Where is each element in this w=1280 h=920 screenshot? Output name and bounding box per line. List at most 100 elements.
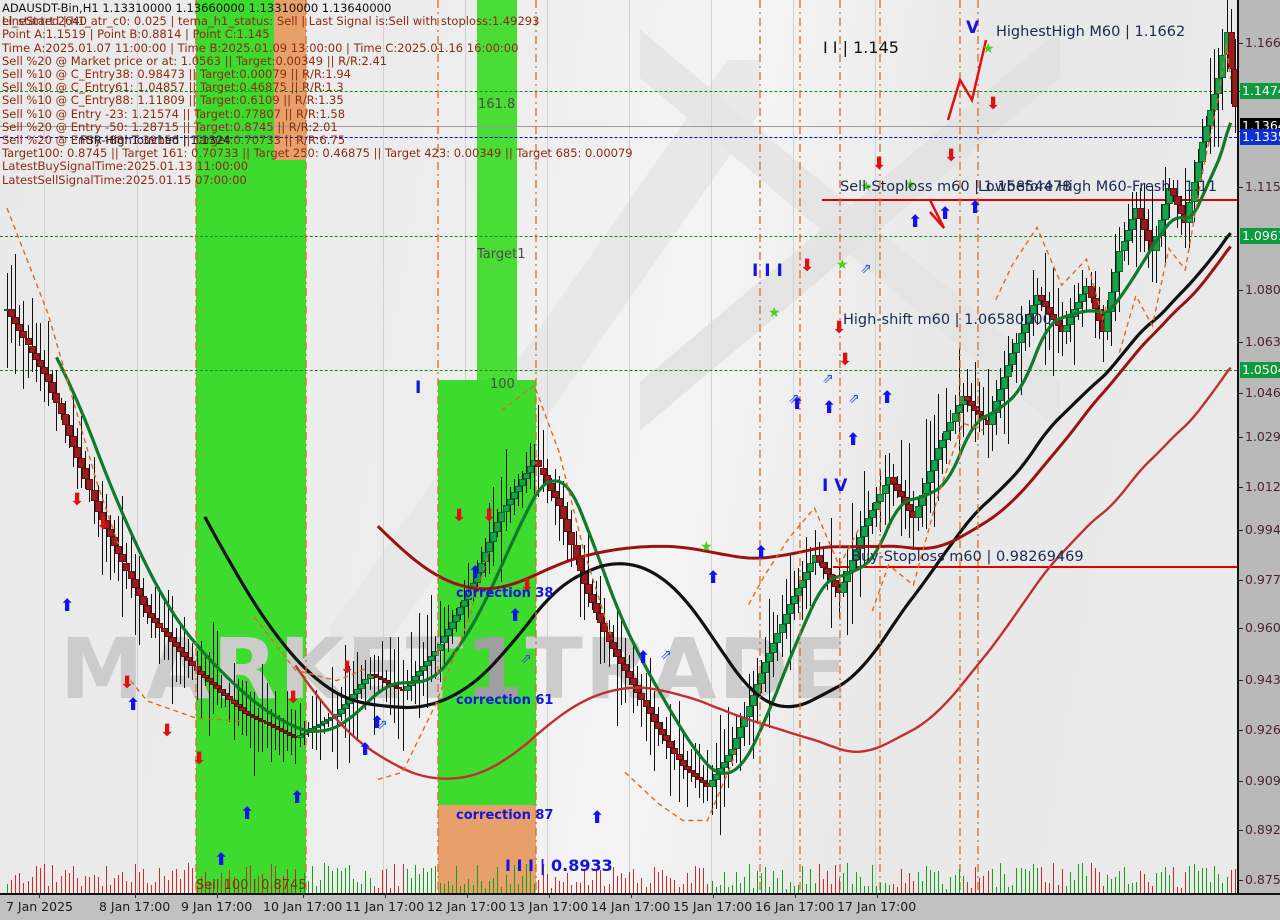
candle-wick — [501, 476, 503, 583]
volume-bar — [1053, 863, 1055, 893]
candle-body — [131, 579, 139, 588]
price-badge-3: 1.0961 — [1240, 228, 1280, 244]
volume-bar — [11, 880, 13, 893]
volume-bar — [188, 863, 190, 893]
candle-body — [547, 482, 555, 491]
candle-wick — [505, 449, 507, 531]
weak-signal-icon: ⇗ — [848, 391, 860, 407]
candle-wick — [262, 663, 264, 753]
time-tick-8: 15 Jan 17:00 — [673, 893, 753, 914]
level-red-buy — [833, 566, 1237, 568]
candle-body — [1215, 77, 1223, 94]
trading-chart-window[interactable]: MARKET1TRADE ⬆ ⬆ ⬆ ⬆ ⬆ ⬆ ⬆ ⬆ ⬆ ⬆ ⬆ ⬆ ⬆ ⬆ ⬆ ⬆ ⬆ ⬆ ⬆ ⬆ ⬇ ⬇ ⬇ ⬇ ⬇ ⬇ ⬇… — [0, 0, 1280, 920]
candle-wick — [15, 254, 17, 375]
volume-bar — [835, 864, 837, 893]
volume-bar — [348, 865, 350, 893]
gridline-v-8 — [711, 0, 712, 893]
candle-wick — [769, 598, 771, 728]
volume-bar — [892, 883, 894, 893]
volume-bar — [118, 874, 120, 893]
candle-body — [453, 614, 461, 622]
volume-bar — [320, 879, 322, 893]
candle-body — [720, 761, 728, 768]
volume-bar — [1090, 863, 1092, 893]
volume-bar — [703, 868, 705, 893]
candle-body — [90, 490, 98, 501]
volume-bar — [587, 885, 589, 893]
annotation-correction-38: correction 38 — [456, 586, 554, 601]
candle-body — [918, 494, 926, 507]
weak-signal-icon: ⇗ — [860, 261, 872, 277]
time-tick-label: 13 Jan 17:00 — [509, 899, 589, 914]
volume-bar — [134, 863, 136, 893]
candle-body — [613, 649, 621, 657]
candle-body — [992, 400, 1000, 413]
volume-bar — [39, 867, 41, 893]
candle-body — [638, 692, 646, 700]
time-axis[interactable]: 7 Jan 2025 8 Jan 17:00 9 Jan 17:00 10 Jan 1… — [0, 893, 1280, 920]
candle-wick — [534, 443, 536, 494]
chart-plot-area[interactable]: MARKET1TRADE ⬆ ⬆ ⬆ ⬆ ⬆ ⬆ ⬆ ⬆ ⬆ ⬆ ⬆ ⬆ ⬆ ⬆ ⬆ ⬆ ⬆ ⬆ ⬆ ⬆ ⬇ ⬇ ⬇ ⬇ ⬇ ⬇ ⬇… — [0, 0, 1237, 893]
volume-bar — [435, 866, 437, 893]
confirmation-star-icon: ★ — [982, 41, 995, 57]
time-tick-label: 15 Jan 17:00 — [673, 899, 753, 914]
volume-bar — [1189, 865, 1191, 893]
candle-wick — [1004, 350, 1006, 435]
volume-bar — [760, 872, 762, 893]
candle-wick — [175, 628, 177, 682]
weak-signal-icon: ⇗ — [822, 371, 834, 387]
candle-body — [1219, 54, 1227, 78]
candle-body — [448, 621, 456, 630]
candle-body — [506, 498, 514, 506]
candle-body — [333, 714, 341, 717]
volume-bar — [476, 864, 478, 893]
volume-bar — [447, 881, 449, 893]
volume-bar — [1020, 867, 1022, 893]
candle-body — [519, 479, 526, 486]
candle-body — [1202, 125, 1210, 142]
candle-wick — [357, 651, 359, 741]
volume-bar — [1214, 865, 1216, 893]
price-axis[interactable]: 1.16671.11491.13641.11511.08001.06371.04… — [1237, 0, 1280, 893]
volume-bar — [983, 876, 985, 893]
volume-bar — [357, 881, 359, 893]
volume-bar — [1210, 881, 1212, 893]
candle-wick — [332, 667, 334, 753]
volume-bar — [324, 863, 326, 893]
volume-bar — [929, 869, 931, 893]
chart-info-header: ADAUSDT-Bin,H1 1.13310000 1.13660000 1.1… — [2, 1, 633, 187]
volume-bar — [1205, 867, 1207, 893]
info-line-9: Sell %20 @ Entry -88: 1.39156 || Target:… — [2, 133, 346, 148]
volume-bar — [361, 884, 363, 893]
volume-bar — [1135, 882, 1137, 893]
candle-body — [551, 490, 559, 499]
candle-body — [988, 413, 996, 426]
volume-bar — [439, 882, 441, 893]
volume-bar — [793, 885, 795, 893]
candle-body — [407, 681, 415, 687]
candle-wick — [381, 640, 383, 691]
time-tick-label: 17 Jan 17:00 — [837, 899, 917, 914]
candle-body — [139, 596, 147, 605]
candle-body — [1211, 93, 1219, 110]
candle-body — [1075, 301, 1083, 310]
candle-body — [803, 571, 811, 580]
volume-bar — [608, 883, 610, 893]
volume-bar — [1193, 864, 1195, 893]
candle-body — [893, 483, 901, 491]
volume-bar — [328, 865, 330, 893]
candle-body — [8, 309, 16, 317]
sell-arrow-icon: ⬇ — [838, 350, 853, 370]
info-line-1: Point A:1.1519 | Point B:0.8814 | Point … — [2, 27, 270, 42]
volume-bar — [657, 871, 659, 893]
volume-bar — [19, 873, 21, 893]
candle-body — [1001, 376, 1009, 389]
volume-bar — [192, 867, 194, 893]
buy-arrow-icon: ⬆ — [126, 695, 141, 715]
volume-bar — [1057, 885, 1059, 893]
candle-wick — [616, 607, 618, 727]
volume-bar — [563, 882, 565, 893]
volume-bar — [1032, 864, 1034, 893]
candle-body — [790, 596, 798, 605]
volume-bar — [7, 884, 8, 893]
